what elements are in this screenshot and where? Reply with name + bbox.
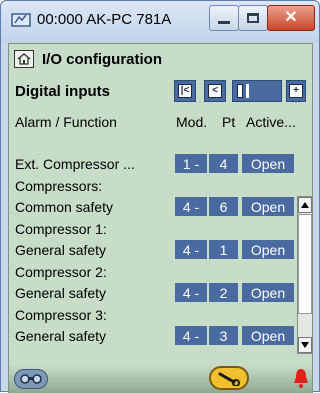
row-label: General safety [15, 242, 107, 258]
active-value[interactable]: Open [242, 283, 294, 302]
dash: - [190, 198, 200, 215]
footer-bar [9, 365, 312, 393]
group-label: Compressor 3: [15, 307, 107, 323]
bell-alarm-icon[interactable] [292, 367, 310, 389]
window-title: 00:000 AK-PC 781A [37, 11, 172, 28]
pt-value[interactable]: 6 [209, 197, 238, 216]
active-value[interactable]: Open [242, 326, 294, 345]
minimize-icon [218, 20, 230, 24]
slider-position-mark [246, 84, 249, 98]
app-window: 00:000 AK-PC 781A ✕ I/O configuration Di… [0, 0, 320, 393]
dash: - [190, 155, 200, 172]
section-title: Digital inputs [15, 83, 110, 100]
column-header-mod: Mod. [176, 114, 208, 130]
row-label: General safety [15, 328, 107, 344]
arrow-up-icon [301, 202, 309, 208]
close-icon: ✕ [284, 9, 298, 26]
maximize-button[interactable] [238, 5, 268, 31]
slider-thumb[interactable] [237, 84, 243, 98]
active-value[interactable]: Open [242, 197, 294, 216]
scroll-down-button[interactable] [298, 337, 312, 353]
mod-value[interactable]: 4 - [175, 240, 207, 259]
page-title: I/O configuration [42, 51, 162, 68]
page-slider[interactable] [232, 80, 282, 102]
next-page-icon: + [289, 84, 303, 98]
next-page-button[interactable]: + [286, 80, 306, 102]
previous-page-button[interactable]: < [204, 80, 226, 102]
mod-text: 4 [182, 327, 191, 344]
first-page-button[interactable]: |< [174, 80, 196, 102]
group-label: Compressor 1: [15, 221, 107, 237]
client-area: I/O configuration Digital inputs |< < + … [8, 43, 313, 393]
scrollbar-thumb[interactable] [298, 214, 312, 314]
column-header-function: Alarm / Function [15, 114, 117, 130]
arrow-down-icon [301, 342, 309, 348]
page-navigator: |< < + [174, 80, 306, 104]
mod-text: 4 [182, 241, 191, 258]
mod-value[interactable]: 4 - [175, 326, 207, 345]
binoculars-glyph [20, 374, 42, 384]
home-glyph [17, 53, 31, 65]
mod-text: 1 [182, 155, 191, 172]
column-header-active: Active... [246, 114, 296, 130]
active-value[interactable]: Open [242, 240, 294, 259]
mod-text: 4 [182, 198, 191, 215]
pt-value[interactable]: 2 [209, 283, 238, 302]
dash: - [190, 284, 200, 301]
mod-text: 4 [182, 284, 191, 301]
previous-page-icon: < [208, 84, 222, 98]
group-label: Compressors: [15, 178, 103, 194]
mod-value[interactable]: 4 - [175, 197, 207, 216]
mod-value[interactable]: 1 - [175, 154, 207, 173]
minimize-button[interactable] [209, 5, 239, 31]
title-bar: 00:000 AK-PC 781A ✕ [1, 1, 319, 43]
io-list: Ext. Compressor ... 1 - 4 Open Compresso… [13, 136, 296, 356]
scroll-up-button[interactable] [298, 197, 312, 213]
pt-value[interactable]: 3 [209, 326, 238, 345]
dash: - [190, 327, 200, 344]
pt-value[interactable]: 1 [209, 240, 238, 259]
wrench-icon[interactable] [209, 366, 249, 390]
wrench-glyph [218, 372, 240, 386]
row-label: General safety [15, 285, 107, 301]
monitor-icon [11, 13, 31, 27]
maximize-icon [247, 13, 259, 23]
row-label: Common safety [15, 199, 114, 215]
page-header: I/O configuration [9, 44, 312, 74]
vertical-scrollbar[interactable] [297, 196, 313, 354]
dash: - [190, 241, 200, 258]
group-label: Compressor 2: [15, 264, 107, 280]
active-value[interactable]: Open [242, 154, 294, 173]
row-label: Ext. Compressor ... [15, 156, 135, 172]
close-button[interactable]: ✕ [267, 5, 315, 31]
pt-value[interactable]: 4 [209, 154, 238, 173]
home-icon[interactable] [14, 50, 34, 68]
mod-value[interactable]: 4 - [175, 283, 207, 302]
first-page-icon: |< [178, 84, 192, 98]
column-header-pt: Pt [222, 114, 236, 130]
binoculars-icon[interactable] [14, 369, 48, 389]
